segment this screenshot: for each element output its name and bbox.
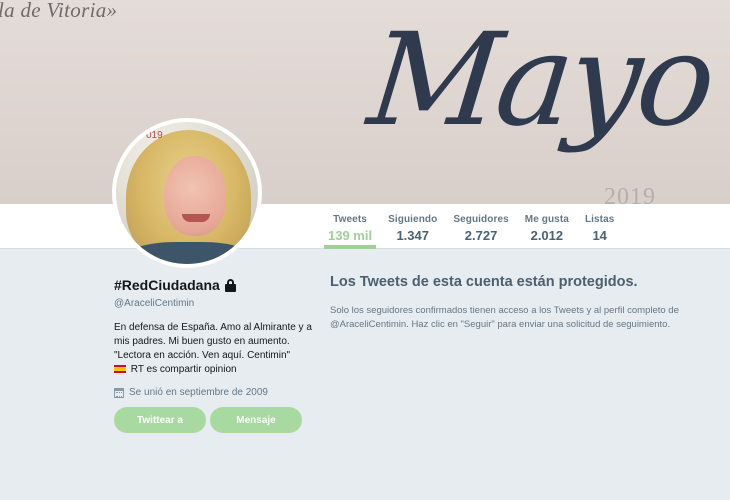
- stat-label: Siguiendo: [388, 214, 438, 225]
- stat-lists[interactable]: Listas 14: [577, 204, 623, 249]
- banner-script-text: Mayo: [362, 6, 719, 155]
- avatar[interactable]: 019: [112, 118, 262, 268]
- notice-title: Los Tweets de esta cuenta están protegid…: [330, 274, 638, 290]
- protected-tweets-notice: Los Tweets de esta cuenta están protegid…: [330, 274, 710, 332]
- stat-label: Tweets: [333, 214, 367, 225]
- stat-label: Listas: [584, 214, 615, 225]
- join-date-text: Se unió en septiembre de 2009: [129, 387, 268, 398]
- lock-icon: [224, 278, 236, 292]
- banner-top-text: la de Vitoria»: [0, 0, 118, 22]
- profile-actions: Twittear a Mensaje: [114, 407, 314, 433]
- stat-value: 2.727: [464, 228, 498, 243]
- spain-flag-icon: [114, 365, 126, 373]
- stat-likes[interactable]: Me gusta 2.012: [517, 204, 577, 249]
- message-button[interactable]: Mensaje: [210, 407, 302, 433]
- profile-nav-bar: Tweets 139 mil Siguiendo 1.347 Seguidore…: [0, 204, 730, 249]
- calendar-icon: [114, 387, 124, 398]
- avatar-image: 019: [116, 122, 258, 264]
- stat-label: Seguidores: [453, 214, 509, 225]
- banner-year-text: 2019: [604, 184, 656, 204]
- stat-value: 1.347: [396, 228, 429, 243]
- bio-text: En defensa de España. Amo al Almirante y…: [114, 322, 312, 361]
- profile-bio: En defensa de España. Amo al Almirante y…: [114, 321, 314, 377]
- join-date: Se unió en septiembre de 2009: [114, 387, 314, 398]
- bio-text-line2: RT es compartir opinion: [130, 364, 237, 375]
- stat-following[interactable]: Siguiendo 1.347: [380, 204, 445, 249]
- stat-value: 14: [592, 228, 607, 243]
- avatar-tag-text: 019: [146, 130, 163, 141]
- tweet-to-button[interactable]: Twittear a: [114, 407, 206, 433]
- profile-name-row: #RedCiudadana: [114, 277, 314, 293]
- notice-body: Solo los seguidores confirmados tienen a…: [330, 305, 679, 330]
- profile-handle[interactable]: @AraceliCentimin: [114, 298, 314, 309]
- profile-stats: Tweets 139 mil Siguiendo 1.347 Seguidore…: [320, 204, 622, 249]
- stat-tweets[interactable]: Tweets 139 mil: [320, 204, 380, 249]
- profile-card: #RedCiudadana @AraceliCentimin En defens…: [114, 277, 314, 433]
- stat-followers[interactable]: Seguidores 2.727: [445, 204, 516, 249]
- profile-header-banner: la de Vitoria» Mayo 2019: [0, 0, 730, 204]
- stat-value: 2.012: [530, 228, 564, 243]
- stat-value: 139 mil: [328, 228, 373, 243]
- stat-label: Me gusta: [524, 214, 569, 225]
- profile-name[interactable]: #RedCiudadana: [114, 277, 220, 293]
